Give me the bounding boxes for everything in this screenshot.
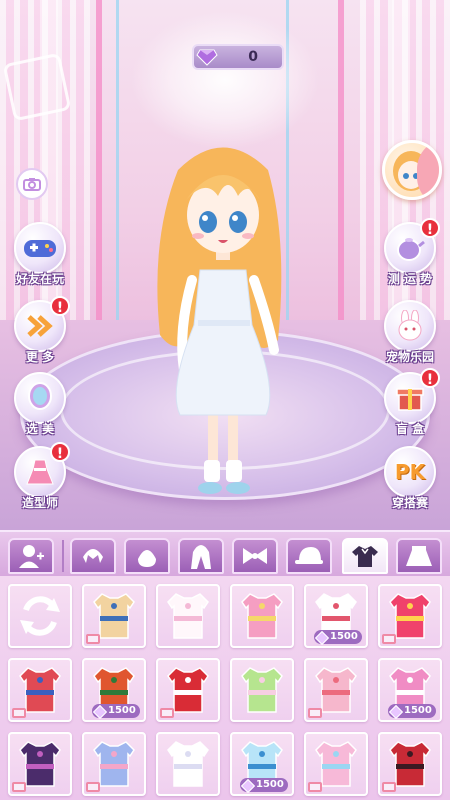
camera-button[interactable] <box>16 168 48 200</box>
tab-accessory[interactable] <box>232 538 278 574</box>
item-slot[interactable] <box>8 584 72 648</box>
long-hair-icon <box>191 545 211 569</box>
item-slot[interactable] <box>156 584 220 648</box>
side-label: 选 美 <box>25 422 55 436</box>
tab-bangs[interactable] <box>70 538 116 574</box>
item-slot[interactable]: 1500 <box>82 658 146 722</box>
tutu-dress-icon <box>167 593 209 639</box>
item-slot[interactable] <box>304 658 368 722</box>
video-ad-icon <box>308 708 322 718</box>
light-pillar <box>338 0 344 330</box>
side-label: 好友在玩 <box>15 272 64 286</box>
item-slot[interactable] <box>156 658 220 722</box>
person-add-icon <box>19 545 44 568</box>
side-label: 测 运 势 <box>387 272 433 286</box>
price-tag: 1500 <box>314 630 362 644</box>
fortune-button[interactable]: 测 运 势 ! <box>378 218 442 287</box>
item-slot[interactable] <box>378 732 442 796</box>
light-pillar <box>116 0 119 330</box>
alert-badge: ! <box>420 218 440 238</box>
tab-tops[interactable] <box>342 538 388 574</box>
blind-box-button[interactable]: 盲 盒 ! <box>378 368 442 437</box>
tab-skirt[interactable] <box>396 538 442 574</box>
hair-back-icon <box>138 550 156 567</box>
green-top-icon <box>241 667 283 713</box>
video-ad-icon <box>160 708 174 718</box>
bunny-icon <box>384 300 436 352</box>
tab-hat[interactable] <box>286 538 332 574</box>
item-slot[interactable] <box>8 732 72 796</box>
item-slot[interactable] <box>82 732 146 796</box>
avatar-button[interactable] <box>382 140 442 200</box>
item-slot[interactable] <box>230 584 294 648</box>
currency-value: 0 <box>248 49 258 65</box>
item-slot[interactable] <box>378 584 442 648</box>
video-ad-icon <box>12 708 26 718</box>
item-slot[interactable] <box>230 658 294 722</box>
video-ad-icon <box>12 782 26 792</box>
pk-text: PK <box>394 460 426 484</box>
item-grid: 1500 1500 1500 1500 <box>0 576 450 800</box>
outfit-contest-button[interactable]: PK 穿搭赛 <box>378 446 442 511</box>
alert-badge: ! <box>50 442 70 462</box>
item-slot[interactable] <box>304 732 368 796</box>
doll-character[interactable] <box>148 130 298 510</box>
alert-badge: ! <box>420 368 440 388</box>
skirt-icon <box>406 546 432 566</box>
item-slot[interactable] <box>156 732 220 796</box>
alert-badge: ! <box>50 296 70 316</box>
avatar-face-icon <box>393 151 429 191</box>
video-ad-icon <box>382 782 396 792</box>
video-ad-icon <box>382 634 396 644</box>
tab-divider <box>62 540 64 572</box>
side-label: 盲 盒 <box>395 422 425 436</box>
item-slot[interactable]: 1500 <box>378 658 442 722</box>
reset-icon <box>20 596 60 636</box>
beauty-contest-button[interactable]: 选 美 <box>8 372 72 437</box>
tab-hair-back[interactable] <box>124 538 170 574</box>
more-button[interactable]: 更 多 ! <box>8 296 72 365</box>
price-tag: 1500 <box>240 778 288 792</box>
side-label: 穿搭赛 <box>391 496 428 510</box>
item-slot[interactable]: 1500 <box>304 584 368 648</box>
tab-long-hair[interactable] <box>178 538 224 574</box>
photo-frame-icon[interactable] <box>2 52 72 122</box>
category-tab-bar <box>0 530 450 576</box>
side-label: 更 多 <box>25 350 55 364</box>
currency-display: 0 <box>192 44 284 70</box>
pk-icon: PK <box>384 446 436 498</box>
stylist-button[interactable]: 造型师 ! <box>8 442 72 511</box>
cap-icon <box>295 547 323 564</box>
pink-yellow-top-icon <box>241 593 283 639</box>
shirt-icon <box>352 546 378 567</box>
light-pillar <box>96 0 102 330</box>
mirror-icon <box>14 372 66 424</box>
tab-person[interactable] <box>8 538 54 574</box>
side-label: 宠物乐园 <box>385 350 434 364</box>
pet-park-button[interactable]: 宠物乐园 <box>378 300 442 365</box>
gamepad-icon <box>14 222 66 274</box>
item-slot[interactable] <box>8 658 72 722</box>
spotlight <box>130 10 320 150</box>
side-label: 造型师 <box>21 496 58 510</box>
item-slot[interactable]: 1500 <box>230 732 294 796</box>
video-ad-icon <box>86 782 100 792</box>
camera-icon <box>23 178 41 191</box>
video-ad-icon <box>86 634 100 644</box>
dressup-stage: 0 好友在玩 更 多 ! 选 美 造型师 ! 测 运 势 ! 宠物乐园 盲 盒 … <box>0 0 450 530</box>
bow-icon <box>243 548 267 564</box>
item-slot[interactable] <box>82 584 146 648</box>
friends-playing-button[interactable]: 好友在玩 <box>8 222 72 287</box>
short-hair-icon <box>83 549 103 563</box>
video-ad-icon <box>308 782 322 792</box>
purple-gem-icon <box>196 49 218 66</box>
price-tag: 1500 <box>388 704 436 718</box>
white-lace-top-icon <box>167 741 209 787</box>
price-tag: 1500 <box>92 704 140 718</box>
